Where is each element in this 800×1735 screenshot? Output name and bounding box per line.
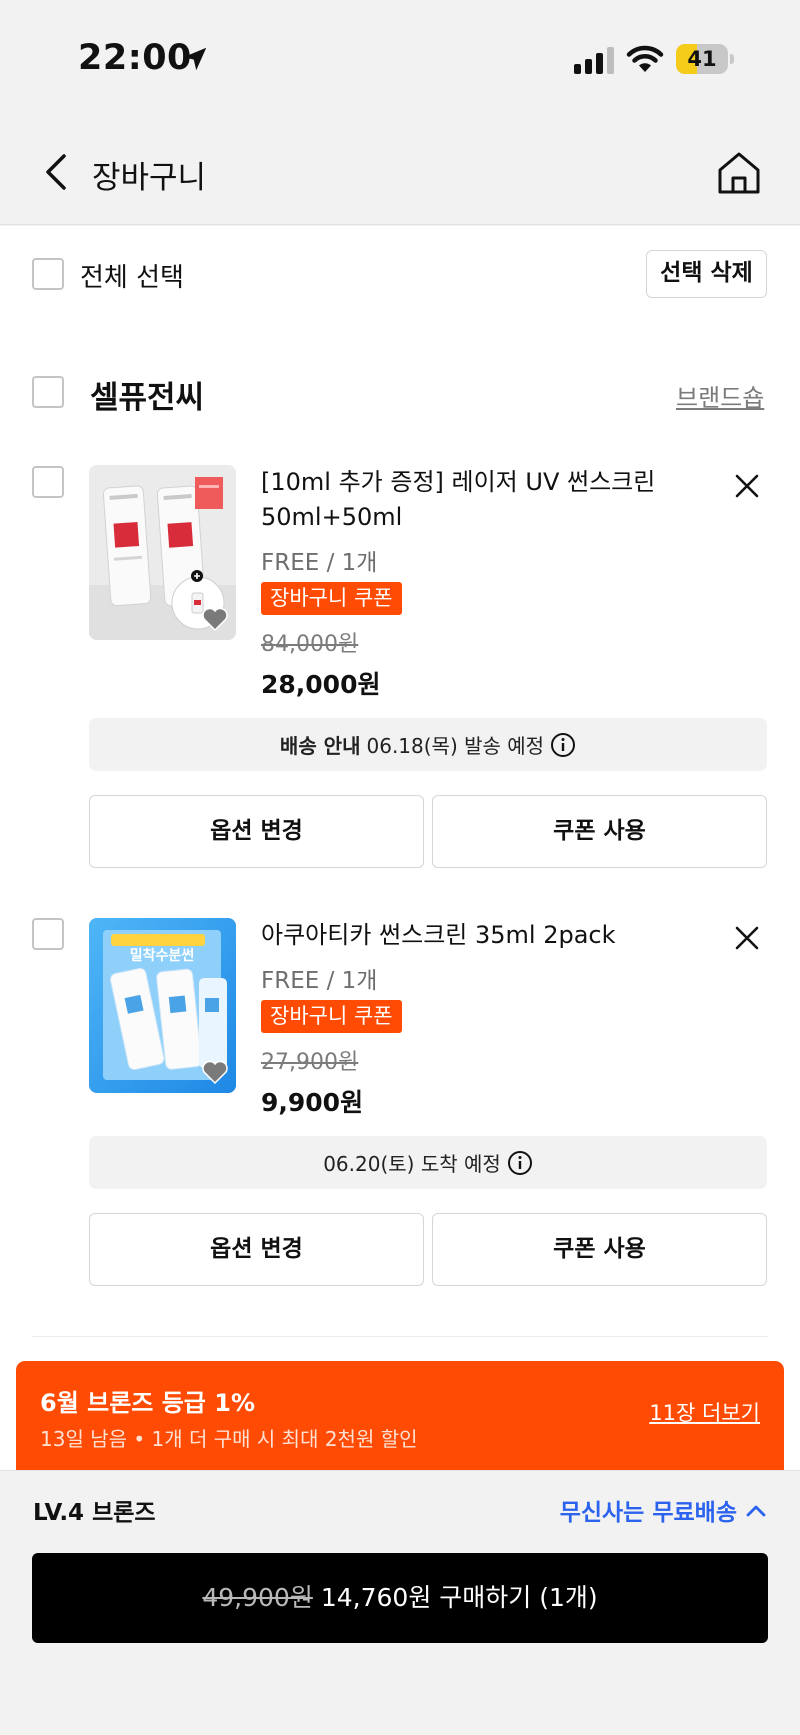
section-divider	[32, 1336, 768, 1337]
shipping-info: 06.20(토) 도착 예정	[89, 1136, 767, 1189]
promo-subtitle: 13일 남음 • 1개 더 구매 시 최대 2천원 할인	[40, 1427, 418, 1451]
package-text: 밀착수분썬	[130, 947, 194, 964]
shipping-info: 배송 안내 06.18(목) 발송 예정	[89, 718, 767, 771]
remove-item-close-icon[interactable]	[732, 923, 762, 953]
brand-shop-link[interactable]: 브랜드숍	[676, 378, 764, 413]
promo-title: 6월 브론즈 등급 1%	[40, 1389, 255, 1417]
chevron-up-icon	[746, 1505, 766, 1517]
cart-coupon-badge: 장바구니 쿠폰	[261, 582, 402, 615]
wifi-icon	[626, 45, 664, 72]
battery-percent: 41	[687, 47, 717, 71]
status-bar: 22:00 41	[0, 0, 800, 120]
option-change-button[interactable]: 옵션 변경	[89, 795, 424, 868]
item-checkbox[interactable]	[32, 918, 64, 950]
sale-price: 28,000원	[261, 670, 381, 699]
checkout-bar: LV.4 브론즈 무신사는 무료배송 49,900원 14,760원 구매하기 (…	[0, 1470, 800, 1735]
shipping-label: 배송 안내	[279, 734, 361, 758]
use-coupon-button[interactable]: 쿠폰 사용	[432, 795, 767, 868]
delete-selected-button[interactable]: 선택 삭제	[646, 250, 767, 298]
status-time: 22:00	[78, 38, 192, 78]
home-icon[interactable]	[716, 150, 762, 196]
info-icon[interactable]	[550, 732, 576, 758]
brand-checkbox[interactable]	[32, 376, 64, 408]
buy-button[interactable]: 49,900원 14,760원 구매하기 (1개)	[32, 1553, 768, 1643]
product-title[interactable]: 아쿠아티카 썬스크린 35ml 2pack	[261, 918, 616, 953]
product-title-line1[interactable]: [10ml 추가 증정] 레이저 UV 썬스크린	[261, 465, 655, 500]
info-icon[interactable]	[507, 1150, 533, 1176]
membership-promo-banner: 6월 브론즈 등급 1% 13일 남음 • 1개 더 구매 시 최대 2천원 할…	[16, 1361, 784, 1473]
select-all-checkbox[interactable]	[32, 258, 64, 290]
shipping-date: 06.18(목) 발송 예정	[366, 734, 545, 758]
cart-coupon-badge: 장바구니 쿠폰	[261, 1000, 402, 1033]
item-checkbox[interactable]	[32, 466, 64, 498]
original-price: 84,000원	[261, 632, 359, 657]
product-option: FREE / 1개	[261, 550, 378, 576]
member-level: LV.4 브론즈	[33, 1500, 156, 1526]
remove-item-close-icon[interactable]	[732, 471, 762, 501]
battery-indicator: 41	[676, 44, 734, 74]
use-coupon-button[interactable]: 쿠폰 사용	[432, 1213, 767, 1286]
option-change-button[interactable]: 옵션 변경	[89, 1213, 424, 1286]
brand-name: 셀퓨전씨	[90, 380, 205, 416]
promo-more-link[interactable]: 11장 더보기	[649, 1397, 760, 1427]
back-chevron-icon[interactable]	[40, 150, 72, 194]
buy-label: 14,760원 구매하기 (1개)	[320, 1583, 598, 1612]
page-title: 장바구니	[92, 160, 207, 196]
location-arrow-icon	[183, 47, 207, 71]
delivery-date: 06.20(토) 도착 예정	[323, 1152, 501, 1176]
free-shipping-label: 무신사는 무료배송	[559, 1500, 737, 1526]
cellular-signal-icon	[574, 47, 614, 74]
select-all-label: 전체 선택	[80, 263, 184, 293]
heart-wishlist-icon[interactable]	[201, 606, 229, 632]
product-title-line2[interactable]: 50ml+50ml	[261, 500, 402, 535]
sale-price: 9,900원	[261, 1088, 364, 1117]
product-option: FREE / 1개	[261, 968, 378, 994]
original-price: 27,900원	[261, 1050, 359, 1075]
free-shipping-toggle[interactable]: 무신사는 무료배송	[560, 1493, 767, 1527]
buy-original-price: 49,900원	[202, 1583, 313, 1612]
heart-wishlist-icon[interactable]	[201, 1059, 229, 1085]
